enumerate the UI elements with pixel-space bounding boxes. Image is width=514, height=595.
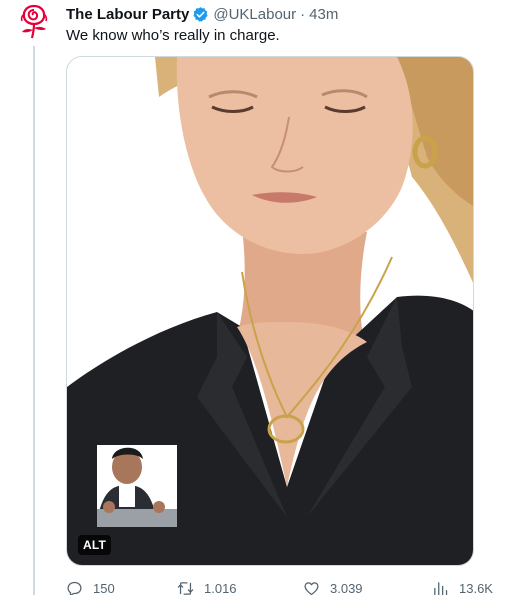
author-name[interactable]: The Labour Party (66, 6, 189, 23)
verified-badge-icon (193, 6, 208, 22)
avatar[interactable] (13, 0, 55, 42)
retweet-count: 1.016 (204, 581, 237, 595)
reply-count: 150 (93, 581, 115, 595)
tweet-text: We know who’s really in charge. (66, 27, 280, 44)
separator-dot: · (300, 5, 306, 23)
views-button[interactable]: 13.6K (432, 580, 493, 595)
tweet-card[interactable]: The Labour Party @UKLabour · 43m We know… (0, 0, 514, 595)
tweet-header: The Labour Party @UKLabour · 43m (66, 4, 338, 24)
heart-icon (304, 582, 319, 595)
timestamp[interactable]: 43m (309, 6, 338, 23)
alt-badge[interactable]: ALT (78, 535, 112, 555)
views-count: 13.6K (459, 581, 493, 595)
retweet-button[interactable]: 1.016 (177, 580, 237, 595)
retweet-icon (177, 582, 194, 595)
media-image[interactable]: ALT (66, 56, 474, 566)
author-handle[interactable]: @UKLabour (213, 6, 296, 23)
like-count: 3.039 (330, 581, 363, 595)
reply-icon (67, 581, 82, 595)
avatar-column (8, 0, 60, 595)
thread-line (33, 46, 35, 595)
photo-illustration (67, 57, 473, 565)
reply-button[interactable]: 150 (66, 580, 115, 595)
action-bar: 150 1.016 3.039 13.6K (66, 580, 506, 595)
like-button[interactable]: 3.039 (303, 580, 363, 595)
labour-rose-icon (20, 4, 48, 39)
analytics-icon (434, 582, 448, 595)
